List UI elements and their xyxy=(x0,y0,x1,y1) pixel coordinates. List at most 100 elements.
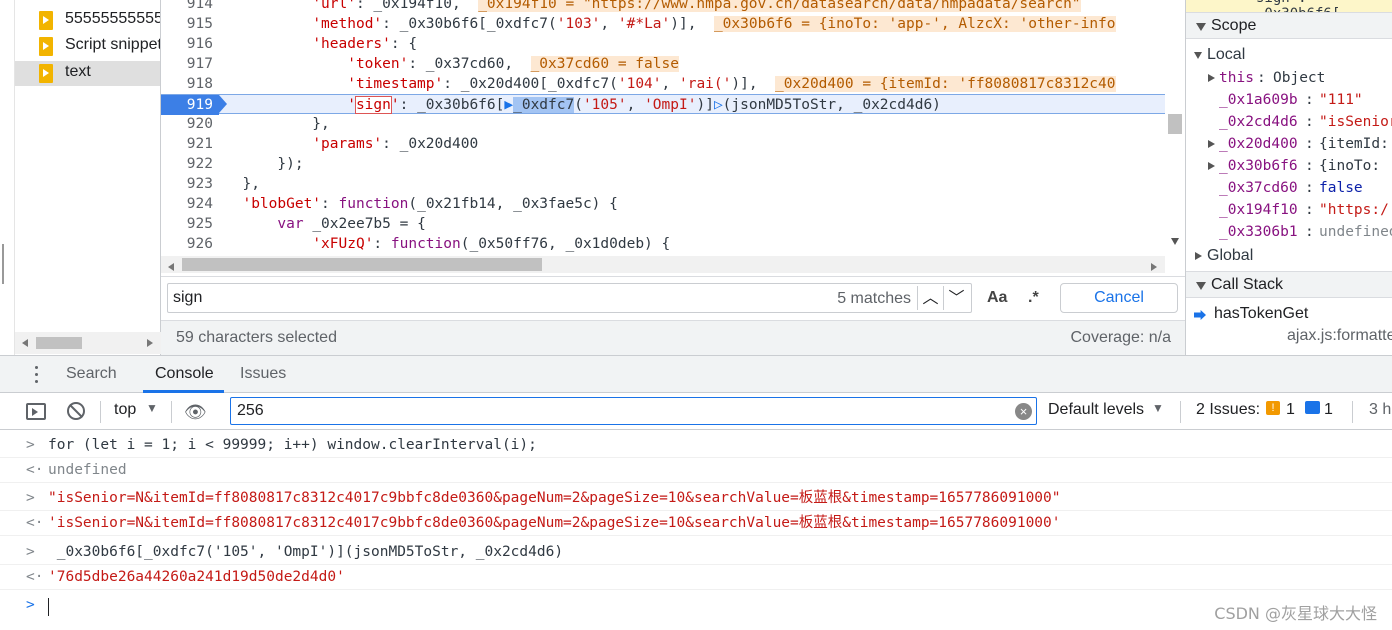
call-frame[interactable]: hasTokenGet ajax.js:formatted xyxy=(1186,303,1392,353)
call-stack-title: Call Stack xyxy=(1211,276,1284,293)
tree-item-label: 5555555555555 xyxy=(65,10,160,27)
scope-section-header[interactable]: Scope xyxy=(1186,12,1392,39)
warning-icon: ! xyxy=(1266,401,1280,415)
line-number[interactable]: 921 xyxy=(161,134,213,154)
line-number[interactable]: 925 xyxy=(161,214,213,234)
info-message-icon xyxy=(1305,401,1320,414)
log-levels-dropdown[interactable]: Default levels xyxy=(1048,401,1144,419)
console-result-entry[interactable]: <· '76d5dbe26a44260a241d19d50de2d4d0' xyxy=(0,565,1392,590)
issues-info-count: 1 xyxy=(1324,401,1333,418)
tree-item-script-snippet[interactable]: Script snippet xyxy=(15,34,160,59)
editor-horizontal-scrollbar[interactable] xyxy=(161,256,1165,273)
snippet-file-icon xyxy=(39,11,53,30)
code-line[interactable]: 922 }); xyxy=(161,154,1165,174)
line-number[interactable]: 916 xyxy=(161,34,213,54)
context-selector[interactable]: top xyxy=(114,401,136,419)
code-line[interactable]: 915 'method': _0x30b6f6[_0xdfc7('103', '… xyxy=(161,14,1165,34)
code-line[interactable]: 918 'timestamp': _0x20d400[_0xdfc7('104'… xyxy=(161,74,1165,94)
find-input-box[interactable]: sign 5 matches ︿ ﹀ xyxy=(167,283,972,313)
tree-item-text[interactable]: text xyxy=(15,61,160,86)
tab-search[interactable]: Search xyxy=(66,365,117,383)
console-prompt-row[interactable]: > xyxy=(0,593,1392,618)
scroll-right-icon[interactable] xyxy=(147,339,153,347)
console-input-entry[interactable]: > _0x30b6f6[_0xdfc7('105', 'OmpI')](json… xyxy=(0,540,1392,565)
line-number[interactable]: 917 xyxy=(161,54,213,74)
line-number[interactable]: 914 xyxy=(161,0,213,14)
next-match-button[interactable]: ﹀ xyxy=(943,286,969,310)
var-name: _0x37cd60 xyxy=(1219,180,1298,196)
frame-name: hasTokenGet xyxy=(1214,305,1309,322)
console-input-entry[interactable]: > "isSenior=N&itemId=ff8080817c8312c4017c… xyxy=(0,486,1392,511)
console-result-entry[interactable]: <· undefined xyxy=(0,458,1392,483)
line-number[interactable]: 922 xyxy=(161,154,213,174)
tree-item-snippet-5555[interactable]: 5555555555555 xyxy=(15,8,160,33)
line-number[interactable]: 923 xyxy=(161,174,213,194)
coverage-status: Coverage: n/a xyxy=(1070,329,1171,346)
console-filter-input[interactable]: 256 xyxy=(237,402,264,420)
line-number[interactable]: 926 xyxy=(161,234,213,254)
console-output[interactable]: > for (let i = 1; i < 99999; i++) window.… xyxy=(0,430,1392,630)
tree-horizontal-scrollbar[interactable] xyxy=(15,332,161,354)
previous-match-button[interactable]: ︿ xyxy=(917,286,943,310)
scrollbar-thumb[interactable] xyxy=(182,258,542,271)
eye-icon[interactable]: 👁 xyxy=(184,402,207,423)
line-number[interactable]: 915 xyxy=(161,14,213,34)
call-stack-section-header[interactable]: Call Stack xyxy=(1186,271,1392,298)
more-tools-kebab-icon[interactable] xyxy=(35,366,39,384)
var-value: false xyxy=(1319,180,1363,196)
scroll-left-icon[interactable] xyxy=(168,263,174,271)
line-number[interactable]: 924 xyxy=(161,194,213,214)
scrollbar-thumb[interactable] xyxy=(1168,114,1182,134)
code-line[interactable]: 914 'url': _0x194f10, _0x194f10 = "https… xyxy=(161,0,1165,14)
console-input-entry[interactable]: > for (let i = 1; i < 99999; i++) window.… xyxy=(0,433,1392,458)
expand-triangle-icon xyxy=(1208,140,1215,148)
var-value: undefined xyxy=(1319,224,1392,240)
clear-filter-icon[interactable]: × xyxy=(1015,403,1032,420)
code-line[interactable]: 916 'headers': { xyxy=(161,34,1165,54)
console-filter-box[interactable]: 256 × xyxy=(230,397,1037,425)
breakpoint-line-number[interactable]: 919 xyxy=(161,95,227,115)
code-line[interactable]: 917 'token': _0x37cd60, _0x37cd60 = fals… xyxy=(161,54,1165,74)
scroll-right-icon[interactable] xyxy=(1151,263,1157,271)
tab-console[interactable]: Console xyxy=(155,365,214,383)
line-number[interactable]: 918 xyxy=(161,74,213,94)
code-line[interactable]: 925 var _0x2ee7b5 = { xyxy=(161,214,1165,234)
issues-counter-label[interactable]: 2 Issues: xyxy=(1196,401,1260,419)
var-value: "111" xyxy=(1319,92,1363,108)
code-editor[interactable]: 914 'url': _0x194f10, _0x194f10 = "https… xyxy=(161,0,1185,256)
scope-local[interactable]: Local xyxy=(1186,44,1392,66)
issues-warning-count: 1 xyxy=(1286,401,1295,418)
match-case-button[interactable]: Aa xyxy=(987,289,1007,307)
global-label: Global xyxy=(1207,247,1254,264)
debugger-sidebar: sign : _0x30b6f6[ Scope Local this: Obje… xyxy=(1185,0,1392,355)
console-result-entry[interactable]: <·'isSenior=N&itemId=ff8080817c8312c4017… xyxy=(0,511,1392,536)
code-line[interactable]: 921 'params': _0x20d400 xyxy=(161,134,1165,154)
find-input[interactable]: sign xyxy=(173,289,202,307)
code-line[interactable]: 926 'xFUzQ': function(_0x50ff76, _0x1d0d… xyxy=(161,234,1165,254)
match-count: 5 matches xyxy=(837,290,911,307)
regex-button[interactable]: .* xyxy=(1028,289,1039,307)
tab-issues[interactable]: Issues xyxy=(240,365,286,383)
code-text: 'timestamp': _0x20d400[_0xdfc7('104', 'r… xyxy=(347,76,1116,92)
var-value: "https:/ xyxy=(1319,202,1389,218)
code-text: 'xFUzQ': function(_0x50ff76, _0x1d0deb) … xyxy=(312,236,671,252)
cancel-button[interactable]: Cancel xyxy=(1060,283,1178,313)
code-line-active[interactable]: 919 'sign': _0x30b6f6[▶_0xdfc7('105', 'O… xyxy=(161,94,1165,115)
code-line[interactable]: 920 }, xyxy=(161,114,1165,134)
frame-location[interactable]: ajax.js:formatted xyxy=(1287,327,1392,345)
code-line[interactable]: 924 'blobGet': function(_0x21fb14, _0x3f… xyxy=(161,194,1165,214)
editor-vertical-scrollbar[interactable] xyxy=(1165,0,1185,256)
scroll-left-icon[interactable] xyxy=(22,339,28,347)
scope-global[interactable]: Global xyxy=(1186,245,1392,267)
scrollbar-thumb[interactable] xyxy=(36,337,82,349)
code-text: }, xyxy=(225,116,330,132)
sidebar-toggle-icon[interactable] xyxy=(26,403,46,420)
line-number[interactable]: 920 xyxy=(161,114,213,134)
clear-console-icon[interactable] xyxy=(67,402,85,420)
console-toolbar: top ▼ 👁 256 × Default levels ▼ 2 Issues:… xyxy=(0,393,1392,430)
input-prompt: > xyxy=(26,597,35,613)
code-line[interactable]: 923 }, xyxy=(161,174,1165,194)
drag-handle[interactable] xyxy=(2,244,4,284)
scroll-down-icon[interactable] xyxy=(1171,238,1179,245)
var-name: _0x194f10 xyxy=(1219,202,1298,218)
